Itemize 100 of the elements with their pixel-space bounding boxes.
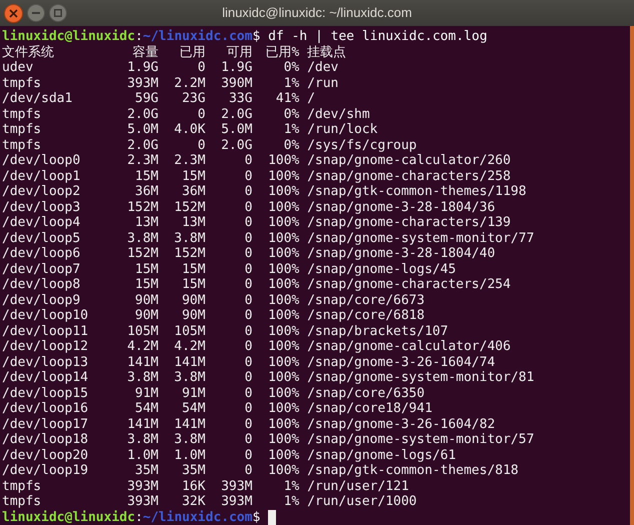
table-cell-text: /dev/loop3 (2, 200, 82, 215)
table-cell-text: 15M (134, 262, 159, 277)
table-cell-text: 0 (244, 308, 252, 324)
table-cell-text: 2.2M (173, 76, 206, 91)
table-cell-text: /dev/loop2 (2, 184, 82, 200)
table-cell-text: 100% (267, 354, 300, 370)
table-cell-text: 0 (244, 262, 252, 277)
table-cell-text: 141M (173, 416, 206, 432)
table-cell-text: 100% (267, 262, 300, 277)
table-cell-text: 2.0G (126, 138, 159, 153)
table-cell-text: 54M (180, 401, 206, 416)
table-cell-text: 0 (244, 386, 252, 401)
table-cell-text: 152M (126, 200, 159, 215)
table-cell-text: 15M (134, 168, 159, 184)
table-cell-text: 3.8M (173, 230, 206, 246)
table-cell-text: 0 (244, 324, 252, 339)
table-cell-text: /dev (306, 60, 338, 76)
table-cell-text: 0 (244, 354, 252, 370)
table-cell-text: /dev/loop1 (2, 168, 82, 184)
table-cell-text: 100% (267, 339, 300, 354)
table-cell-text: /dev/loop8 (2, 277, 82, 292)
table-cell-text: /snap/gnome-characters/139 (306, 215, 511, 230)
table-cell-text: /dev/loop5 (2, 230, 82, 246)
column-header: 容量 (132, 44, 159, 60)
table-cell-text: 100% (267, 292, 300, 308)
table-cell-text: 0 (244, 416, 252, 432)
table-cell-text: /snap/core/6350 (306, 386, 425, 401)
table-cell-text: 152M (173, 200, 206, 215)
table-cell-text: 105M (126, 324, 159, 339)
column-header: 挂载点 (306, 44, 346, 60)
minimize-button[interactable] (27, 4, 45, 22)
table-cell-text: 54M (134, 401, 159, 416)
table-cell-text: /run (306, 76, 338, 91)
table-cell-text: 2.0G (126, 106, 159, 122)
table-cell-text: 0 (244, 215, 252, 230)
table-cell-text: /snap/gnome-calculator/406 (306, 339, 511, 354)
table-cell-text: 100% (267, 230, 300, 246)
table-cell-text: /dev/shm (306, 106, 370, 122)
close-button[interactable] (4, 4, 23, 22)
column-header: 可用 (225, 44, 252, 60)
table-cell-text: 100% (267, 386, 300, 401)
prompt-separator: : (135, 510, 143, 525)
table-cell-text: /snap/gnome-3-26-1604/74 (306, 354, 496, 370)
table-cell-text: 13M (134, 215, 159, 230)
table-cell-text: 100% (267, 324, 300, 339)
table-cell-text: /dev/loop14 (2, 370, 90, 386)
table-cell-text: 0 (244, 246, 252, 262)
column-header: 文件系统 (2, 44, 55, 60)
window-title: linuxidc@linuxidc: ~/linuxidc.com (221, 4, 413, 22)
table-cell-text: /dev/loop13 (2, 354, 90, 370)
table-cell-text: 2.3M (173, 153, 206, 168)
table-cell-text: /dev/loop4 (2, 215, 82, 230)
table-cell-text: /snap/gnome-characters/258 (306, 168, 511, 184)
table-cell-text: /snap/core/6673 (306, 292, 425, 308)
table-cell-text: 0 (244, 184, 252, 200)
table-cell-text: 0 (244, 339, 252, 354)
table-cell-text: /run/lock (306, 122, 378, 138)
table-cell-text: 141M (126, 416, 159, 432)
table-cell-text: 3.8M (126, 230, 159, 246)
table-cell-text: 100% (267, 215, 300, 230)
table-cell-text: 0 (244, 277, 252, 292)
table-cell-text: 0 (244, 401, 252, 416)
table-cell-text: /snap/gnome-logs/45 (306, 262, 456, 277)
table-cell-text: 3.8M (126, 432, 159, 448)
table-cell-text: 36M (180, 184, 206, 200)
table-cell-text: 41% (274, 91, 300, 106)
table-cell-text: 35M (134, 463, 159, 478)
table-cell-text: 0% (282, 60, 300, 76)
table-cell-text: /dev/loop16 (2, 401, 90, 416)
table-cell-text: 1.0M (126, 448, 159, 463)
table-cell-text: /snap/gnome-system-monitor/81 (306, 370, 534, 386)
table-cell-text: /dev/loop12 (2, 339, 90, 354)
prompt-user-host: linuxidc@linuxidc (2, 29, 136, 44)
table-cell-text: 15M (180, 277, 206, 292)
table-cell-text: /snap/brackets/107 (306, 324, 448, 339)
table-cell-text: 1.9G (126, 60, 159, 76)
column-header: 已用% (264, 44, 300, 60)
prompt-sign: $ (252, 510, 260, 525)
table-cell-text: 100% (267, 184, 300, 200)
table-cell-text: 1.0M (173, 448, 206, 463)
table-cell-text: 100% (267, 246, 300, 262)
table-cell-text: /snap/gnome-3-26-1604/82 (306, 416, 496, 432)
table-cell-text: tmpfs (2, 138, 42, 153)
table-cell-text: 0 (244, 230, 252, 246)
table-cell-text: /snap/gtk-common-themes/818 (306, 463, 519, 478)
table-cell-text: /dev/sda1 (2, 91, 74, 106)
maximize-icon (54, 9, 62, 17)
minimize-icon (32, 12, 40, 14)
table-cell-text: 33G (228, 91, 252, 106)
table-cell-text: 1% (282, 122, 300, 138)
table-cell-text: 100% (267, 463, 300, 478)
table-cell-text: 90M (180, 308, 206, 324)
table-cell-text: 141M (126, 354, 159, 370)
table-cell-text: 100% (267, 370, 300, 386)
table-cell-text: udev (2, 60, 34, 76)
close-icon (9, 8, 18, 18)
table-cell-text: 32K (180, 494, 206, 510)
table-cell-text: 393M (126, 76, 159, 91)
table-cell-text: 393M (220, 478, 252, 494)
maximize-button[interactable] (49, 4, 67, 22)
